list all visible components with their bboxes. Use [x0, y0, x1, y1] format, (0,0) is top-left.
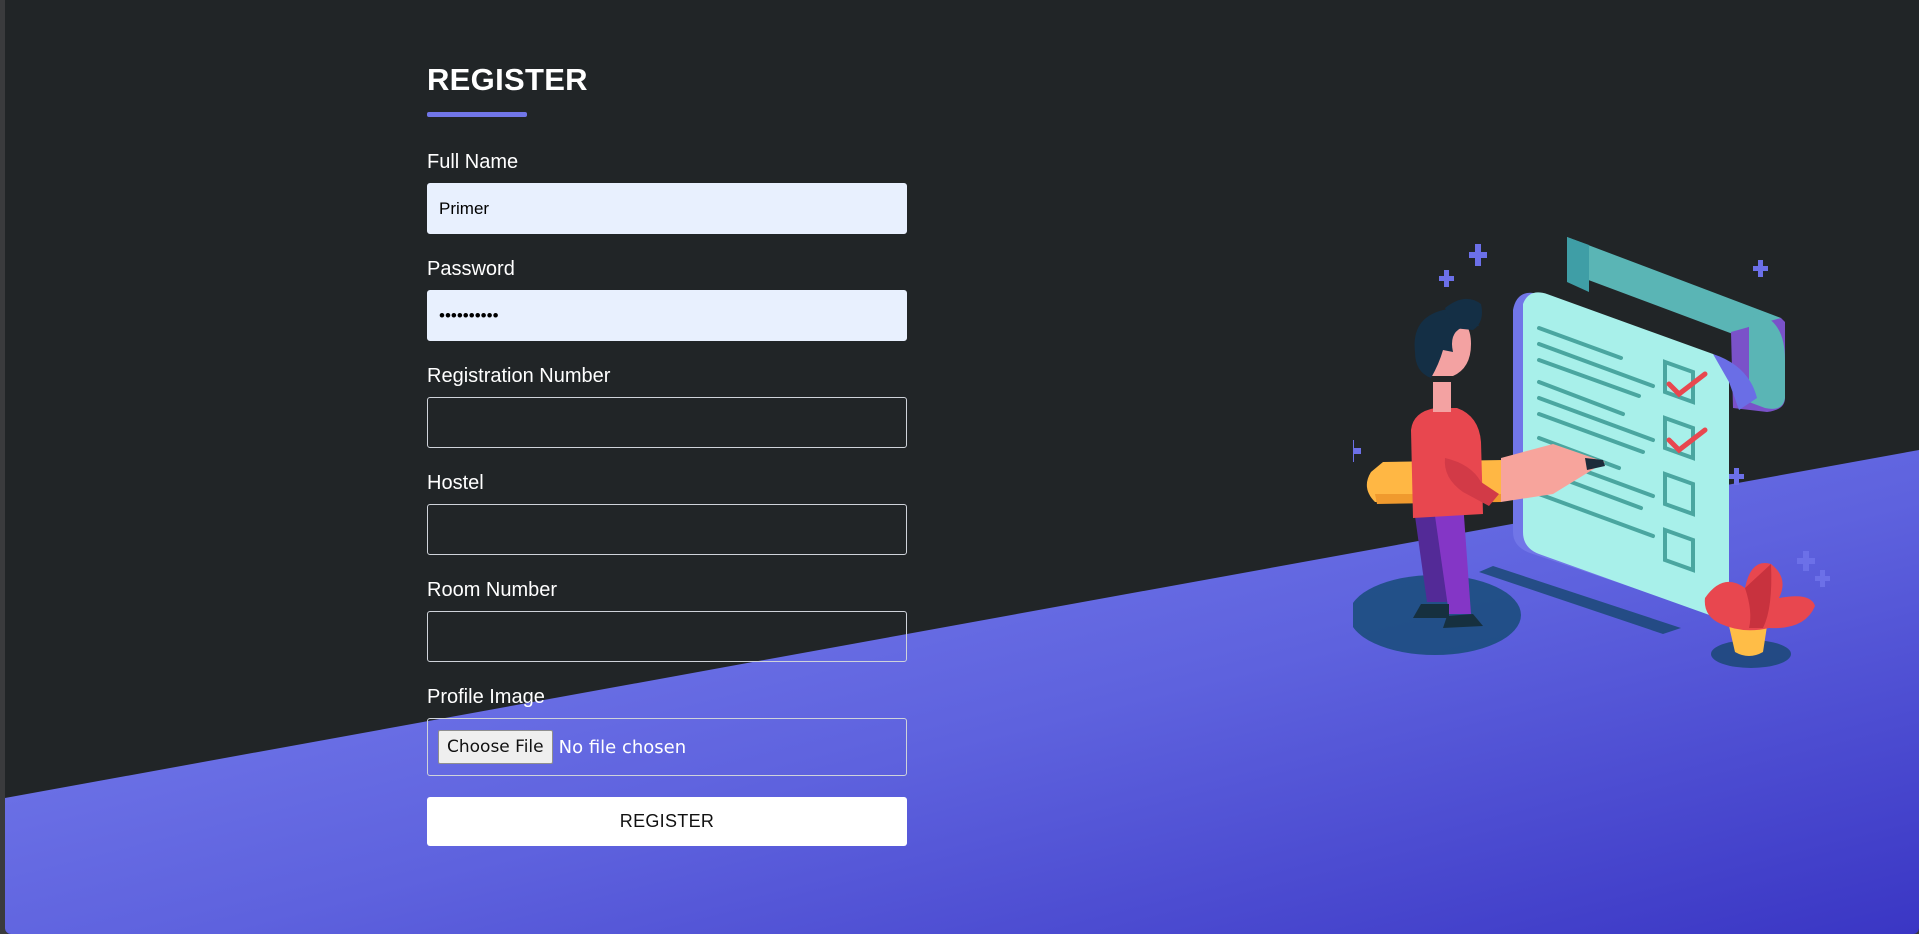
profile-image-file-input[interactable]: Choose File No file chosen — [427, 718, 907, 776]
room-number-label: Room Number — [427, 579, 558, 601]
hostel-input[interactable] — [427, 504, 907, 555]
register-page: REGISTER Full Name Password Registration… — [5, 0, 1919, 934]
hostel-label: Hostel — [427, 472, 484, 494]
hostel-group: Hostel — [427, 469, 907, 555]
password-label: Password — [427, 258, 515, 280]
password-input[interactable] — [427, 290, 907, 341]
file-status-text: No file chosen — [558, 736, 687, 758]
register-button[interactable]: REGISTER — [427, 797, 907, 846]
full-name-label: Full Name — [427, 151, 519, 173]
full-name-group: Full Name — [427, 148, 907, 234]
password-group: Password — [427, 255, 907, 341]
room-number-group: Room Number — [427, 576, 907, 662]
full-name-input[interactable] — [427, 183, 907, 234]
room-number-input[interactable] — [427, 611, 907, 662]
register-form: REGISTER Full Name Password Registration… — [427, 60, 907, 846]
checklist-illustration-icon — [1353, 237, 1830, 668]
registration-number-group: Registration Number — [427, 362, 907, 448]
profile-image-group: Profile Image Choose File No file chosen — [427, 683, 907, 776]
profile-image-label: Profile Image — [427, 686, 545, 708]
choose-file-button[interactable]: Choose File — [438, 730, 553, 764]
title-underline — [427, 112, 527, 117]
registration-number-input[interactable] — [427, 397, 907, 448]
page-title: REGISTER — [427, 62, 588, 97]
registration-number-label: Registration Number — [427, 365, 611, 387]
